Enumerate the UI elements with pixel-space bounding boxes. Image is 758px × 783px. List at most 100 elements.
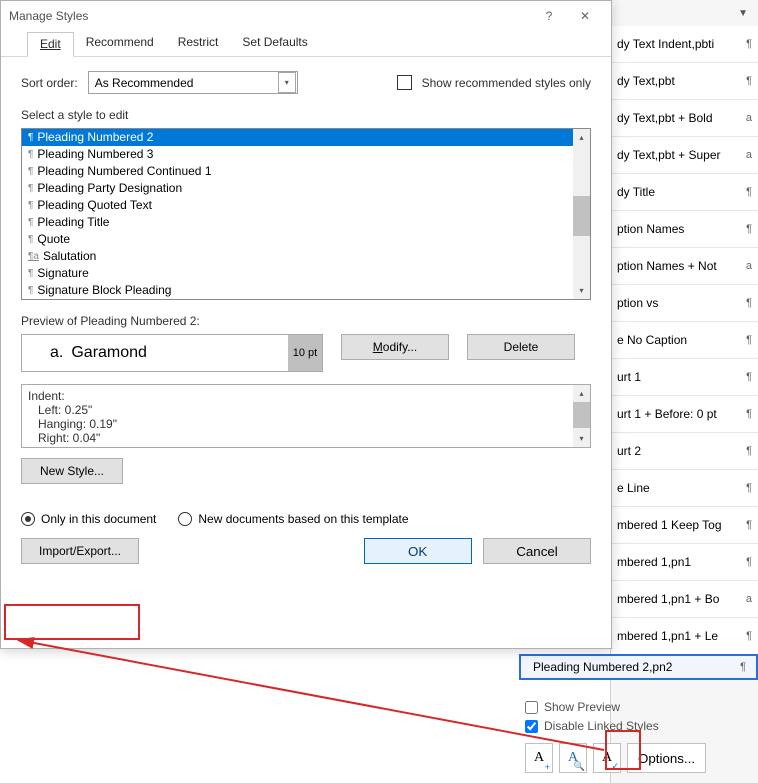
list-item[interactable]: ¶Pleading Party Designation (22, 180, 573, 197)
style-item[interactable]: dy Text,pbt + Supera (611, 137, 758, 174)
style-item[interactable]: e Line¶ (611, 470, 758, 507)
paragraph-icon: ¶ (28, 231, 33, 248)
paragraph-icon: ¶ (28, 180, 33, 197)
new-style-button[interactable]: New Style... (21, 458, 123, 484)
show-preview-checkbox[interactable]: Show Preview (525, 700, 752, 714)
paragraph-icon: ¶ (28, 163, 33, 180)
list-item[interactable]: ¶Quote (22, 231, 573, 248)
pane-menu-chevron[interactable]: ▼ (738, 8, 748, 19)
list-item[interactable]: ¶Pleading Numbered Continued 1 (22, 163, 573, 180)
new-docs-template-radio[interactable]: New documents based on this template (178, 512, 408, 526)
ok-button[interactable]: OK (364, 538, 472, 564)
style-detail-text: Indent: Left: 0.25" Hanging: 0.19" Right… (22, 385, 573, 447)
style-item[interactable]: urt 1 + Before: 0 pt¶ (611, 396, 758, 433)
preview-row: a. Garamond 10 pt Modify... Delete (21, 334, 591, 372)
new-style-icon[interactable]: A+ (525, 743, 553, 773)
close-button[interactable]: ✕ (567, 1, 603, 31)
show-preview-label: Show Preview (544, 700, 620, 714)
style-inspector-icon[interactable]: A🔍 (559, 743, 587, 773)
dialog-title: Manage Styles (9, 9, 531, 23)
link-icon: ¶a (28, 248, 39, 265)
list-item[interactable]: ¶Pleading Quoted Text (22, 197, 573, 214)
style-item[interactable]: dy Title¶ (611, 174, 758, 211)
style-item[interactable]: dy Text,pbt¶ (611, 63, 758, 100)
style-list: dy Text Indent,pbti¶ dy Text,pbt¶ dy Tex… (611, 26, 758, 655)
list-item[interactable]: ¶Signature Block Pleading (22, 282, 573, 299)
style-tool-icons: A+ A🔍 A✓ Options... (525, 743, 752, 773)
select-style-label: Select a style to edit (21, 108, 591, 122)
tab-recommend[interactable]: Recommend (74, 31, 166, 56)
style-item-selected[interactable]: Pleading Numbered 2,pn2 ¶ (519, 654, 758, 680)
paragraph-icon: ¶ (28, 129, 33, 146)
paragraph-icon: ¶ (28, 282, 33, 299)
dialog-body: Sort order: As Recommended ▾ Show recomm… (1, 57, 611, 574)
styles-pane-bottom: Show Preview Disable Linked Styles A+ A🔍… (519, 687, 758, 783)
delete-button[interactable]: Delete (467, 334, 575, 360)
plus-icon: + (545, 762, 550, 772)
sort-order-label: Sort order: (21, 76, 78, 90)
dialog-titlebar[interactable]: Manage Styles ? ✕ (1, 1, 611, 31)
style-item[interactable]: mbered 1,pn1 + Le¶ (611, 618, 758, 655)
preview-label: Preview of Pleading Numbered 2: (21, 314, 591, 328)
list-item[interactable]: ¶aSalutation (22, 248, 573, 265)
preview-box: a. Garamond 10 pt (21, 334, 323, 372)
show-preview-input[interactable] (525, 701, 538, 714)
tab-edit[interactable]: Edit (27, 32, 74, 57)
scroll-up-icon[interactable]: ▴ (573, 129, 590, 146)
style-detail-box: Indent: Left: 0.25" Hanging: 0.19" Right… (21, 384, 591, 448)
style-item[interactable]: mbered 1,pn1¶ (611, 544, 758, 581)
style-item[interactable]: ption Names¶ (611, 211, 758, 248)
style-item[interactable]: ption Names + Nota (611, 248, 758, 285)
scope-radio-row: Only in this document New documents base… (21, 512, 591, 526)
scroll-up-icon[interactable]: ▴ (573, 385, 590, 402)
detail-scrollbar[interactable]: ▴ ▾ (573, 385, 590, 447)
preview-sample: a. Garamond (22, 344, 147, 362)
paragraph-icon: ¶ (28, 265, 33, 282)
paragraph-icon: ¶ (28, 197, 33, 214)
scroll-down-icon[interactable]: ▾ (573, 282, 590, 299)
style-item[interactable]: ption vs¶ (611, 285, 758, 322)
sort-order-value: As Recommended (95, 76, 194, 90)
disable-linked-checkbox[interactable]: Disable Linked Styles (525, 719, 752, 733)
disable-linked-label: Disable Linked Styles (544, 719, 659, 733)
magnifier-icon: 🔍 (574, 761, 585, 772)
style-item[interactable]: mbered 1,pn1 + Boa (611, 581, 758, 618)
only-this-doc-radio[interactable]: Only in this document (21, 512, 156, 526)
list-item[interactable]: ¶Pleading Title (22, 214, 573, 231)
options-button[interactable]: Options... (627, 743, 706, 773)
sort-order-select[interactable]: As Recommended ▾ (88, 71, 298, 94)
cancel-button[interactable]: Cancel (483, 538, 591, 564)
scrollbar-thumb[interactable] (573, 196, 590, 236)
style-item[interactable]: dy Text,pbt + Bolda (611, 100, 758, 137)
paragraph-icon: ¶ (28, 146, 33, 163)
style-item[interactable]: e No Caption¶ (611, 322, 758, 359)
dialog-bottom-row: Import/Export... OK Cancel (21, 538, 591, 564)
radio-icon (21, 512, 35, 526)
manage-styles-icon[interactable]: A✓ (593, 743, 621, 773)
modify-button[interactable]: Modify... (341, 334, 449, 360)
chevron-down-icon: ▾ (278, 72, 296, 93)
list-item[interactable]: ¶Signature (22, 265, 573, 282)
list-item[interactable]: ¶Pleading Numbered 3 (22, 146, 573, 163)
show-recommended-label: Show recommended styles only (422, 76, 591, 90)
style-listbox-inner: ¶Pleading Numbered 2 ¶Pleading Numbered … (22, 129, 573, 299)
scrollbar-thumb[interactable] (573, 402, 590, 428)
style-listbox[interactable]: ¶Pleading Numbered 2 ¶Pleading Numbered … (21, 128, 591, 300)
disable-linked-input[interactable] (525, 720, 538, 733)
dialog-tabs: Edit Recommend Restrict Set Defaults (1, 31, 611, 57)
list-item[interactable]: ¶Pleading Numbered 2 (22, 129, 573, 146)
style-item[interactable]: urt 1¶ (611, 359, 758, 396)
help-button[interactable]: ? (531, 1, 567, 31)
style-item[interactable]: mbered 1 Keep Tog¶ (611, 507, 758, 544)
import-export-button[interactable]: Import/Export... (21, 538, 139, 564)
style-item[interactable]: dy Text Indent,pbti¶ (611, 26, 758, 63)
scroll-down-icon[interactable]: ▾ (573, 430, 590, 447)
tab-set-defaults[interactable]: Set Defaults (230, 31, 319, 56)
styles-task-pane: ▼ dy Text Indent,pbti¶ dy Text,pbt¶ dy T… (610, 0, 758, 783)
tab-restrict[interactable]: Restrict (166, 31, 231, 56)
show-recommended-checkbox[interactable] (397, 75, 412, 90)
style-item[interactable]: urt 2¶ (611, 433, 758, 470)
manage-styles-dialog: Manage Styles ? ✕ Edit Recommend Restric… (0, 0, 612, 649)
listbox-scrollbar[interactable]: ▴ ▾ (573, 129, 590, 299)
preview-pt: 10 pt (288, 335, 322, 371)
